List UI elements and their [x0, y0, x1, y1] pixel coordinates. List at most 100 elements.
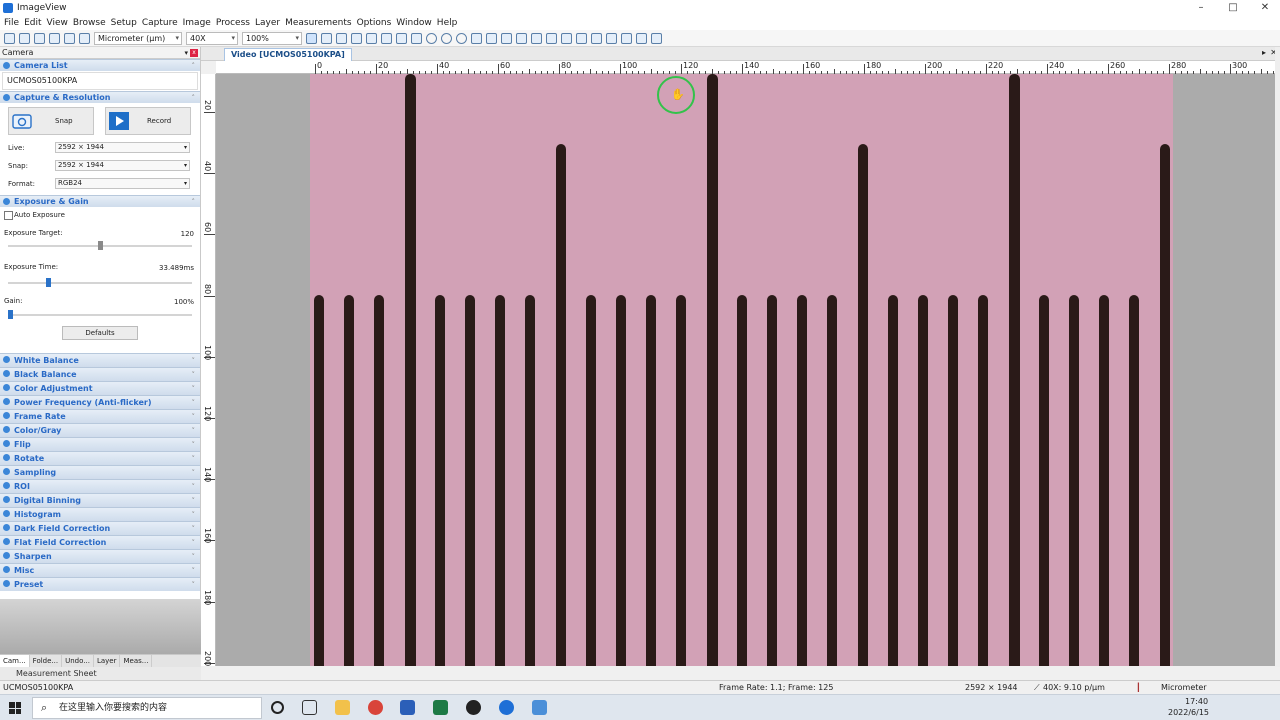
section-misc[interactable]: Misc ˅	[0, 563, 200, 577]
section-flat-field-correction[interactable]: Flat Field Correction ˅	[0, 535, 200, 549]
live-resolution-select[interactable]: 2592 × 1944 ▾	[55, 142, 190, 153]
menu-capture[interactable]: Capture	[142, 18, 178, 28]
section-preset[interactable]: Preset ˅	[0, 577, 200, 591]
circle-tool-icon[interactable]	[441, 32, 452, 44]
grid-icon[interactable]	[79, 32, 90, 44]
scale-bar-icon[interactable]	[531, 32, 542, 44]
tab-folder[interactable]: Folde...	[30, 655, 63, 667]
section-frame-rate[interactable]: Frame Rate ˅	[0, 409, 200, 423]
section-dark-field-correction[interactable]: Dark Field Correction ˅	[0, 521, 200, 535]
start-icon[interactable]	[9, 702, 21, 714]
word-icon[interactable]	[400, 700, 415, 715]
objective-select[interactable]: 40X ▾	[186, 31, 238, 45]
excel-icon[interactable]	[433, 700, 448, 715]
tab-measure[interactable]: Meas...	[120, 655, 153, 667]
layer-icon[interactable]	[606, 32, 617, 44]
menu-image[interactable]: Image	[183, 18, 211, 28]
settings-icon[interactable]	[651, 32, 662, 44]
unit-select[interactable]: Micrometer (µm) ▾	[94, 31, 182, 45]
exposure-target-slider[interactable]	[8, 241, 192, 250]
gain-thumb[interactable]	[7, 310, 13, 319]
angle-tool-icon[interactable]	[336, 32, 347, 44]
tab-camera[interactable]: Cam...	[0, 655, 30, 667]
minimize-button[interactable]: –	[1184, 0, 1218, 15]
menu-browse[interactable]: Browse	[73, 18, 106, 28]
section-color-gray[interactable]: Color/Gray ˅	[0, 423, 200, 437]
exposure-target-thumb[interactable]	[98, 241, 103, 250]
section-white-balance[interactable]: White Balance ˅	[0, 353, 200, 367]
save-icon[interactable]	[19, 32, 30, 44]
snap-button[interactable]: Snap	[8, 107, 94, 135]
annulus-tool-icon[interactable]	[456, 32, 467, 44]
section-exposure-gain[interactable]: Exposure & Gain ˄	[0, 195, 200, 207]
pin-icon[interactable]: ▾	[184, 47, 188, 59]
menu-options[interactable]: Options	[357, 18, 392, 28]
section-histogram[interactable]: Histogram ˅	[0, 507, 200, 521]
cortana-icon[interactable]	[271, 701, 284, 714]
auto-exposure-checkbox[interactable]	[4, 211, 13, 220]
close-panel-icon[interactable]: x	[190, 49, 198, 57]
parallel-tool-icon[interactable]	[366, 32, 377, 44]
task-view-icon[interactable]	[302, 700, 317, 715]
tab-video[interactable]: Video [UCMOS05100KPA]	[224, 48, 352, 61]
clock-date[interactable]: 2022/6/15	[1168, 708, 1209, 717]
section-sharpen[interactable]: Sharpen ˅	[0, 549, 200, 563]
menu-layer[interactable]: Layer	[255, 18, 280, 28]
rectangle-tool-icon[interactable]	[411, 32, 422, 44]
menu-setup[interactable]: Setup	[111, 18, 137, 28]
section-black-balance[interactable]: Black Balance ˅	[0, 367, 200, 381]
exposure-time-slider[interactable]	[8, 278, 192, 287]
tab-layer[interactable]: Layer	[94, 655, 121, 667]
calibrate-icon[interactable]	[576, 32, 587, 44]
menu-file[interactable]: File	[4, 18, 19, 28]
section-flip[interactable]: Flip ˅	[0, 437, 200, 451]
gain-slider[interactable]	[7, 310, 192, 319]
format-select[interactable]: RGB24 ▾	[55, 178, 190, 189]
vertical-scrollbar[interactable]	[1275, 47, 1280, 667]
micrometer-image[interactable]	[310, 74, 1173, 666]
open-icon[interactable]	[4, 32, 15, 44]
text-tool-icon[interactable]	[546, 32, 557, 44]
snap-resolution-select[interactable]: 2592 × 1944 ▾	[55, 160, 190, 171]
photos-icon[interactable]	[532, 700, 547, 715]
menu-window[interactable]: Window	[396, 18, 432, 28]
select-tool-icon[interactable]	[321, 32, 332, 44]
file-explorer-icon[interactable]	[335, 700, 350, 715]
line-tool-icon[interactable]	[351, 32, 362, 44]
arc-tool-icon[interactable]	[486, 32, 497, 44]
menu-help[interactable]: Help	[437, 18, 458, 28]
hand-tool-icon[interactable]	[306, 32, 317, 44]
maximize-button[interactable]: □	[1216, 0, 1250, 15]
tab-scroll-icon[interactable]: ▸	[1262, 48, 1266, 57]
zoom-select[interactable]: 100% ▾	[242, 31, 302, 45]
section-sampling[interactable]: Sampling ˅	[0, 465, 200, 479]
camera-list-item[interactable]: UCMOS05100KPA	[2, 72, 198, 90]
arrow-tool-icon[interactable]	[561, 32, 572, 44]
taskbar-search-input[interactable]: ⌕ 在这里输入你要搜索的内容	[32, 697, 262, 719]
clock-time[interactable]: 17:40	[1185, 697, 1208, 706]
arbitrary-line-icon[interactable]	[381, 32, 392, 44]
chrome-icon[interactable]	[368, 700, 383, 715]
menu-measurements[interactable]: Measurements	[285, 18, 351, 28]
snapshot-icon[interactable]	[621, 32, 632, 44]
menu-process[interactable]: Process	[216, 18, 250, 28]
folder-icon[interactable]	[64, 32, 75, 44]
section-rotate[interactable]: Rotate ˅	[0, 451, 200, 465]
export-icon[interactable]	[49, 32, 60, 44]
ellipse-tool-icon[interactable]	[426, 32, 437, 44]
section-camera-list[interactable]: Camera List ˄	[0, 59, 200, 71]
polyline-icon[interactable]	[396, 32, 407, 44]
polygon-tool-icon[interactable]	[501, 32, 512, 44]
record-button[interactable]: Record	[105, 107, 191, 135]
section-color-adjustment[interactable]: Color Adjustment ˅	[0, 381, 200, 395]
section-digital-binning[interactable]: Digital Binning ˅	[0, 493, 200, 507]
close-button[interactable]: ✕	[1248, 0, 1280, 15]
section-roi[interactable]: ROI ˅	[0, 479, 200, 493]
menu-view[interactable]: View	[47, 18, 68, 28]
section-power-frequency-anti-flicker[interactable]: Power Frequency (Anti-flicker) ˅	[0, 395, 200, 409]
exposure-time-thumb[interactable]	[46, 278, 52, 287]
qq-icon[interactable]	[466, 700, 481, 715]
tab-undo[interactable]: Undo...	[62, 655, 94, 667]
imageview-taskbar-icon[interactable]	[499, 700, 514, 715]
measurement-sheet-tab[interactable]: Measurement Sheet	[0, 667, 201, 680]
